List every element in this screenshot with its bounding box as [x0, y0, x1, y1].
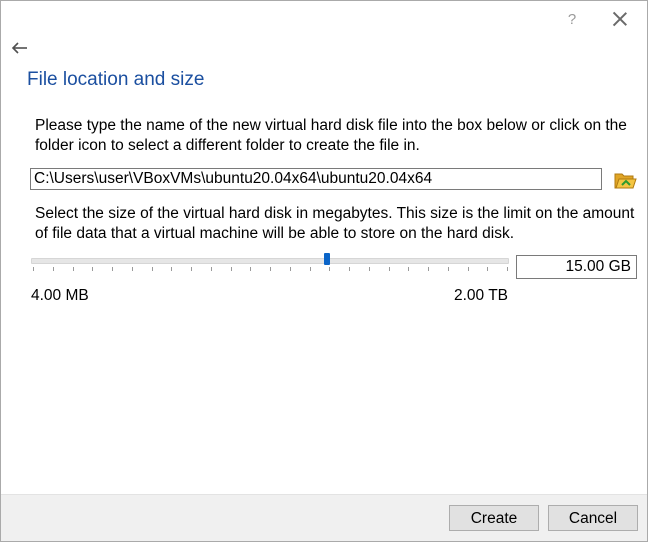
- slider-tick: [73, 267, 74, 271]
- slider-tick: [329, 267, 330, 271]
- cancel-button[interactable]: Cancel: [548, 505, 638, 531]
- dialog-footer: Create Cancel: [1, 494, 647, 541]
- create-virtual-hard-disk-dialog: ? File location and size Please type the…: [0, 0, 648, 542]
- slider-tick: [112, 267, 113, 271]
- slider-tick: [507, 267, 508, 271]
- size-instructions: Select the size of the virtual hard disk…: [35, 205, 635, 242]
- slider-tick: [211, 267, 212, 271]
- location-instructions: Please type the name of the new virtual …: [35, 117, 627, 154]
- slider-tick: [33, 267, 34, 271]
- slider-tick: [92, 267, 93, 271]
- slider-tick: [290, 267, 291, 271]
- slider-thumb[interactable]: [324, 253, 330, 265]
- slider-tick: [448, 267, 449, 271]
- slider-tick: [408, 267, 409, 271]
- slider-track: [31, 258, 509, 264]
- folder-open-icon[interactable]: [613, 168, 637, 192]
- size-field[interactable]: [516, 255, 637, 279]
- slider-min-label: 4.00 MB: [31, 287, 89, 304]
- slider-tick: [270, 267, 271, 271]
- create-button[interactable]: Create: [449, 505, 539, 531]
- help-icon[interactable]: ?: [565, 11, 579, 28]
- slider-tick: [231, 267, 232, 271]
- page-title: File location and size: [27, 69, 205, 90]
- back-arrow-icon[interactable]: [11, 39, 29, 57]
- slider-tick: [53, 267, 54, 271]
- slider-tick: [369, 267, 370, 271]
- slider-tick: [310, 267, 311, 271]
- size-slider[interactable]: [31, 253, 509, 275]
- slider-tick: [171, 267, 172, 271]
- slider-tick: [250, 267, 251, 271]
- slider-max-label: 2.00 TB: [454, 287, 509, 304]
- titlebar-buttons: ?: [565, 7, 627, 31]
- slider-tick: [191, 267, 192, 271]
- slider-tick: [349, 267, 350, 271]
- slider-tick: [389, 267, 390, 271]
- file-path-input[interactable]: [30, 168, 602, 190]
- slider-tick: [428, 267, 429, 271]
- slider-tick: [468, 267, 469, 271]
- slider-tick: [487, 267, 488, 271]
- close-icon[interactable]: [613, 12, 627, 26]
- slider-tick: [152, 267, 153, 271]
- slider-tick: [132, 267, 133, 271]
